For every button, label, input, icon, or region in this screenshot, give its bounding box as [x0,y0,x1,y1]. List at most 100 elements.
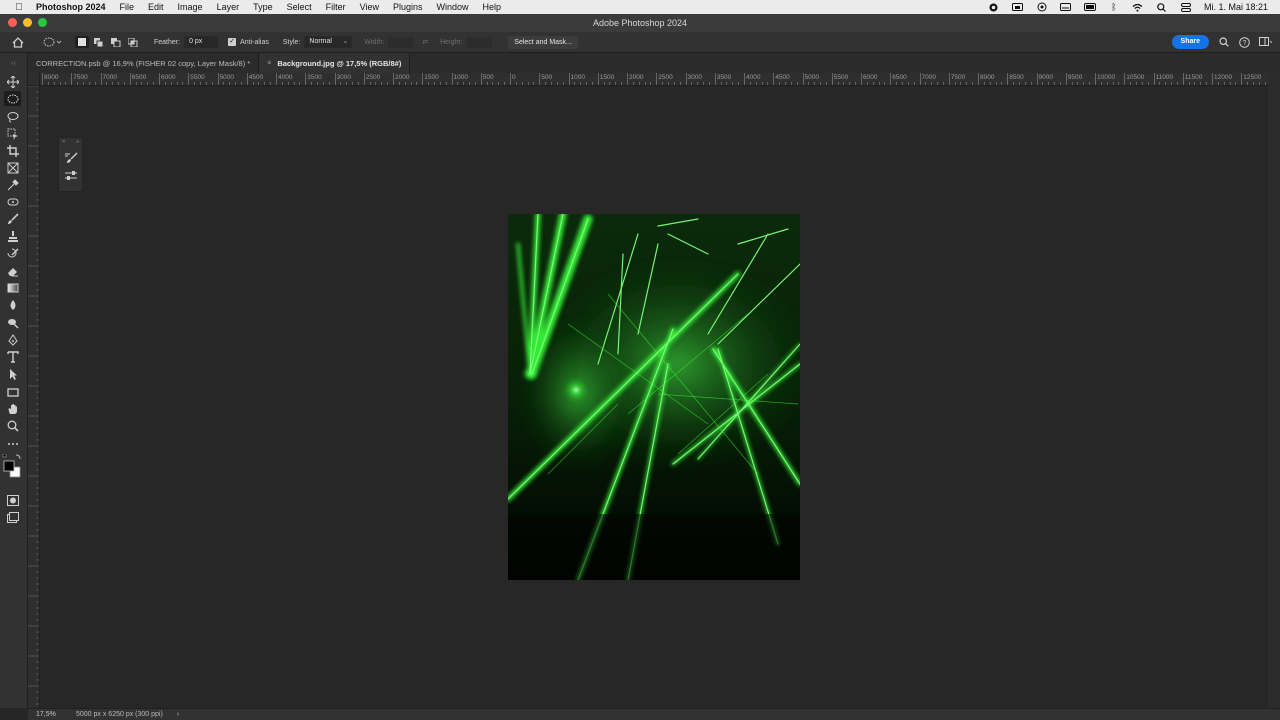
document-tabs: CORRECTION.psb @ 16,9% (FISHER 02 copy, … [28,53,1280,73]
move-tool-icon[interactable] [4,74,21,89]
style-select[interactable]: Normal ⌄ [304,36,353,48]
home-icon[interactable] [9,33,27,51]
menu-help[interactable]: Help [476,2,509,12]
menu-clock[interactable]: Mi. 1. Mai 18:21 [1204,2,1268,12]
ruler-label: 3500 [716,74,732,81]
feather-input[interactable]: 0 px [184,36,219,48]
path-selection-tool-icon[interactable] [4,366,21,381]
ruler-tick [82,82,84,85]
screen-mode-icon[interactable] [4,510,21,525]
menu-plugins[interactable]: Plugins [386,2,430,12]
zoom-window-button[interactable] [38,18,47,27]
more-tools-icon[interactable] [4,436,21,451]
brush-settings-icon[interactable] [62,150,79,165]
blur-tool-icon[interactable] [4,297,21,312]
menu-type[interactable]: Type [246,2,280,12]
ruler-tick [469,82,471,85]
ruler-tick [784,82,786,85]
control-center-icon[interactable] [1180,2,1192,12]
vertical-scrollbar[interactable] [1268,73,1280,708]
bluetooth-icon[interactable]: ᛒ [1108,2,1120,12]
elliptical-marquee-preset-icon[interactable] [41,35,63,49]
keyboard-icon[interactable] [1060,3,1072,12]
swap-dimensions-icon[interactable]: ⇄ [422,38,428,46]
workspace-icon[interactable] [1259,36,1272,49]
status-expand-icon[interactable]: › [177,711,179,718]
help-icon[interactable]: ? [1238,36,1251,49]
ruler-tick [1135,82,1137,85]
subtract-from-selection-icon[interactable] [109,36,123,48]
color-swatches[interactable] [2,454,24,488]
add-to-selection-icon[interactable] [92,36,106,48]
ruler-tick [808,82,810,85]
ruler-tick [790,82,792,85]
brush-tool-icon[interactable] [4,211,21,226]
search-icon[interactable] [1217,36,1230,49]
tab-background[interactable]: × Background.jpg @ 17,5% (RGB/8#) [259,53,411,73]
menu-layer[interactable]: Layer [210,2,247,12]
ruler-origin[interactable] [28,73,40,86]
dodge-tool-icon[interactable] [4,315,21,330]
hand-tool-icon[interactable] [4,401,21,416]
select-and-mask-button[interactable]: Select and Mask... [508,35,578,49]
menu-app-name[interactable]: Photoshop 2024 [34,2,113,12]
ruler-label: 12500 [1243,74,1262,81]
eyedropper-tool-icon[interactable] [4,177,21,192]
width-input[interactable] [388,36,415,48]
rectangle-tool-icon[interactable] [4,384,21,399]
zoom-tool-icon[interactable] [4,418,21,433]
ruler-label: 8500 [1009,74,1024,81]
spot-healing-brush-tool-icon[interactable] [4,194,21,209]
menu-view[interactable]: View [353,2,386,12]
vertical-ruler[interactable] [28,86,40,708]
frame-tool-icon[interactable] [4,160,21,175]
menu-file[interactable]: File [113,2,142,12]
document-canvas-image[interactable] [508,214,800,580]
menu-image[interactable]: Image [171,2,210,12]
adjustments-icon[interactable] [62,168,79,183]
minimize-window-button[interactable] [23,18,32,27]
zoom-level[interactable]: 17,5% [28,711,58,718]
document-info[interactable]: 5000 px x 6250 px (300 ppi) [76,711,163,718]
menu-select[interactable]: Select [280,2,319,12]
wifi-icon[interactable] [1132,3,1144,12]
close-window-button[interactable] [8,18,17,27]
ruler-tick [960,82,962,85]
ruler-tick [796,82,798,85]
toolbar-grip[interactable]: ‹‹ [0,53,27,73]
record-icon[interactable] [988,3,1000,12]
close-tab-icon[interactable]: × [267,60,271,67]
menu-edit[interactable]: Edit [141,2,171,12]
pen-tool-icon[interactable] [4,332,21,347]
apple-logo-icon[interactable]:  [12,2,26,13]
battery-icon[interactable] [1083,3,1096,12]
intersect-selection-icon[interactable] [126,36,140,48]
elliptical-marquee-tool-icon[interactable] [4,91,21,106]
ruler-label: 6000 [863,74,878,81]
history-brush-tool-icon[interactable] [4,246,21,261]
eraser-tool-icon[interactable] [4,263,21,278]
ruler-tick [65,82,67,85]
airdrop-icon[interactable] [1036,2,1048,12]
ruler-tick [1100,82,1102,85]
menu-window[interactable]: Window [430,2,476,12]
height-input[interactable] [466,36,493,48]
clone-stamp-tool-icon[interactable] [4,229,21,244]
crop-tool-icon[interactable] [4,143,21,158]
gradient-tool-icon[interactable] [4,280,21,295]
tab-correction[interactable]: CORRECTION.psb @ 16,9% (FISHER 02 copy, … [28,53,260,73]
lasso-tool-icon[interactable] [4,109,21,124]
screen-mirror-icon[interactable] [1012,2,1024,12]
spotlight-search-icon[interactable] [1156,2,1168,12]
ruler-tick [264,82,266,85]
share-button[interactable]: Share [1171,35,1209,49]
object-selection-tool-icon[interactable] [4,126,21,141]
horizontal-ruler[interactable]: 8000 7500 7000 6500 6000 5500 5000 4500 4000 3500… [40,73,1268,86]
quick-mask-icon[interactable] [4,493,21,508]
menu-filter[interactable]: Filter [319,2,353,12]
type-tool-icon[interactable] [4,349,21,364]
anti-alias-checkbox[interactable]: ✓ [228,38,237,46]
panel-collapse-icon[interactable]: » [76,138,79,147]
panel-close-icon[interactable]: × [62,138,65,147]
new-selection-icon[interactable] [75,36,89,48]
